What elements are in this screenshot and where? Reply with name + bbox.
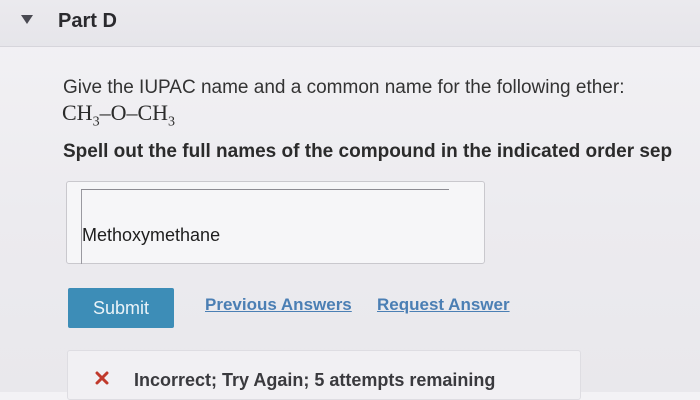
part-title: Part D: [58, 10, 117, 32]
instructions-text: Spell out the full names of the compound…: [63, 141, 673, 162]
ether-formula: CH3–O–CH3: [62, 100, 175, 130]
formula-right-subscript: 3: [168, 114, 176, 130]
question-prompt: Give the IUPAC name and a common name fo…: [63, 77, 625, 98]
answer-input[interactable]: [81, 190, 462, 264]
formula-oxygen: O: [110, 100, 127, 125]
x-mark-icon: [94, 370, 110, 386]
formula-bond-2: –: [126, 100, 138, 125]
previous-answers-link[interactable]: Previous Answers: [205, 295, 352, 315]
feedback-text: Incorrect; Try Again; 5 attempts remaini…: [134, 370, 496, 390]
formula-left-group: CH: [62, 100, 93, 125]
collapse-triangle-icon[interactable]: [20, 13, 34, 25]
answer-box: [66, 181, 485, 264]
submit-button[interactable]: Submit: [68, 288, 174, 328]
formula-left-subscript: 3: [92, 114, 100, 130]
formula-bond-1: –: [99, 100, 111, 125]
request-answer-link[interactable]: Request Answer: [377, 295, 510, 315]
formula-right-group: CH: [137, 100, 169, 125]
